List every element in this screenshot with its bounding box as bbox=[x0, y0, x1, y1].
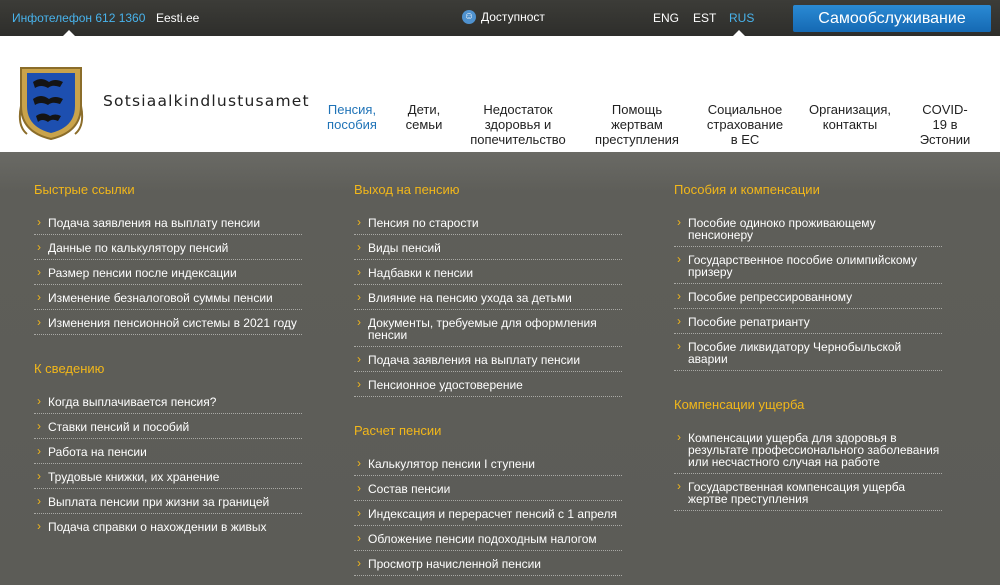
nav-crime-victims-line2: жертвам bbox=[611, 117, 663, 132]
info-list: Когда выплачивается пенсия? Ставки пенси… bbox=[34, 395, 302, 538]
benefits-title: Пособия и компенсации bbox=[674, 182, 820, 197]
nav-children[interactable]: Дети, семьи bbox=[394, 102, 454, 132]
list-item[interactable]: Пособие репрессированному bbox=[674, 290, 942, 309]
list-item[interactable]: Трудовые книжки, их хранение bbox=[34, 470, 302, 489]
damages-list: Компенсации ущерба для здоровья в резуль… bbox=[674, 431, 942, 511]
nav-crime-victims-line1: Помощь bbox=[611, 102, 663, 117]
list-item[interactable]: Виды пенсий bbox=[354, 241, 622, 260]
nav-pension-line1: Пенсия, bbox=[327, 102, 377, 117]
nav-crime-victims-line3: преступления bbox=[595, 132, 679, 147]
benefits-list: Пособие одиноко проживающему пенсионеру … bbox=[674, 216, 942, 371]
list-item[interactable]: Подача заявления на выплату пенсии bbox=[354, 353, 622, 372]
pension-calc-title: Расчет пенсии bbox=[354, 423, 442, 438]
active-nav-pointer bbox=[340, 138, 364, 152]
list-item[interactable]: Калькулятор пенсии I ступени bbox=[354, 457, 622, 476]
list-item[interactable]: Данные по калькулятору пенсий bbox=[34, 241, 302, 260]
site-name[interactable]: Sotsiaalkindlustusamet bbox=[103, 92, 310, 110]
list-item[interactable]: Подача заявления на выплату пенсии bbox=[34, 216, 302, 235]
list-item[interactable]: Просмотр начисленной пенсии bbox=[354, 557, 622, 576]
infophone-link[interactable]: Инфотелефон 612 1360 bbox=[12, 11, 145, 25]
retirement-title: Выход на пенсию bbox=[354, 182, 460, 197]
self-service-button[interactable]: Самообслуживание bbox=[793, 5, 991, 32]
lang-est-link[interactable]: EST bbox=[693, 11, 716, 25]
quick-links-title: Быстрые ссылки bbox=[34, 182, 135, 197]
nav-disability-line3: попечительство bbox=[470, 132, 566, 147]
damages-title: Компенсации ущерба bbox=[674, 397, 805, 412]
list-item[interactable]: Государственное пособие олимпийскому при… bbox=[674, 253, 942, 284]
list-item[interactable]: Пособие ликвидатору Чернобыльской аварии bbox=[674, 340, 942, 371]
list-item[interactable]: Ставки пенсий и пособий bbox=[34, 420, 302, 439]
crest-icon[interactable] bbox=[17, 66, 85, 141]
list-item[interactable]: Работа на пенсии bbox=[34, 445, 302, 464]
menu-column-2: Выход на пенсию Пенсия по старости Виды … bbox=[354, 182, 622, 583]
menu-column-3: Пособия и компенсации Пособие одиноко пр… bbox=[674, 182, 942, 518]
nav-children-line2: семьи bbox=[405, 117, 443, 132]
list-item[interactable]: Подача справки о нахождении в живых bbox=[34, 520, 302, 538]
list-item[interactable]: Выплата пенсии при жизни за границей bbox=[34, 495, 302, 514]
top-bar: Инфотелефон 612 1360 Eesti.ee ☺ Доступно… bbox=[0, 0, 1000, 37]
list-item[interactable]: Когда выплачивается пенсия? bbox=[34, 395, 302, 414]
nav-children-line1: Дети, bbox=[407, 102, 441, 117]
list-item[interactable]: Надбавки к пенсии bbox=[354, 266, 622, 285]
nav-social-insurance[interactable]: Социальное страхование в ЕС bbox=[700, 102, 790, 147]
nav-crime-victims[interactable]: Помощь жертвам преступления bbox=[588, 102, 686, 147]
list-item[interactable]: Государственная компенсация ущерба жертв… bbox=[674, 480, 942, 511]
pension-calc-list: Калькулятор пенсии I ступени Состав пенс… bbox=[354, 457, 622, 576]
list-item[interactable]: Пособие одиноко проживающему пенсионеру bbox=[674, 216, 942, 247]
accessibility-label: Доступност bbox=[481, 10, 545, 24]
info-title: К сведению bbox=[34, 361, 105, 376]
list-item[interactable]: Влияние на пенсию ухода за детьми bbox=[354, 291, 622, 310]
nav-pension[interactable]: Пенсия, пособия bbox=[322, 102, 382, 132]
list-item[interactable]: Пособие репатрианту bbox=[674, 315, 942, 334]
nav-disability-line2: здоровья и bbox=[484, 117, 552, 132]
nav-organization-line2: контакты bbox=[822, 117, 878, 132]
list-item[interactable]: Размер пенсии после индексации bbox=[34, 266, 302, 285]
list-item[interactable]: Компенсации ущерба для здоровья в резуль… bbox=[674, 431, 942, 474]
accessibility-icon: ☺ bbox=[462, 10, 476, 24]
list-item[interactable]: Индексация и перерасчет пенсий с 1 апрел… bbox=[354, 507, 622, 526]
site-header: Sotsiaalkindlustusamet Пенсия, пособия Д… bbox=[0, 36, 1000, 152]
nav-covid-line2: 19 в bbox=[932, 117, 958, 132]
quick-links-list: Подача заявления на выплату пенсии Данны… bbox=[34, 216, 302, 335]
retirement-list: Пенсия по старости Виды пенсий Надбавки … bbox=[354, 216, 622, 397]
nav-covid-line1: COVID- bbox=[922, 102, 968, 117]
list-item[interactable]: Документы, требуемые для оформления пенс… bbox=[354, 316, 622, 347]
nav-covid-line3: Эстонии bbox=[919, 132, 971, 147]
nav-pension-line2: пособия bbox=[327, 117, 377, 132]
list-item[interactable]: Обложение пенсии подоходным налогом bbox=[354, 532, 622, 551]
accessibility-link[interactable]: ☺ Доступност bbox=[462, 10, 545, 24]
nav-social-insurance-line3: в ЕС bbox=[730, 132, 760, 147]
nav-social-insurance-line2: страхование bbox=[706, 117, 784, 132]
nav-covid[interactable]: COVID- 19 в Эстонии bbox=[914, 102, 976, 147]
nav-social-insurance-line1: Социальное bbox=[707, 102, 783, 117]
mega-menu-panel: Быстрые ссылки Подача заявления на выпла… bbox=[0, 152, 1000, 585]
lang-eng-link[interactable]: ENG bbox=[653, 11, 679, 25]
eesti-link[interactable]: Eesti.ee bbox=[156, 11, 199, 25]
nav-organization[interactable]: Организация, контакты bbox=[804, 102, 896, 132]
nav-organization-line1: Организация, bbox=[808, 102, 892, 117]
nav-disability-line1: Недостаток bbox=[483, 102, 553, 117]
list-item[interactable]: Изменения пенсионной системы в 2021 году bbox=[34, 316, 302, 335]
menu-column-1: Быстрые ссылки Подача заявления на выпла… bbox=[34, 182, 302, 545]
list-item[interactable]: Изменение безналоговой суммы пенсии bbox=[34, 291, 302, 310]
list-item[interactable]: Состав пенсии bbox=[354, 482, 622, 501]
list-item[interactable]: Пенсионное удостоверение bbox=[354, 378, 622, 397]
list-item[interactable]: Пенсия по старости bbox=[354, 216, 622, 235]
lang-rus-link[interactable]: RUS bbox=[729, 11, 754, 25]
nav-disability[interactable]: Недостаток здоровья и попечительство bbox=[466, 102, 570, 147]
